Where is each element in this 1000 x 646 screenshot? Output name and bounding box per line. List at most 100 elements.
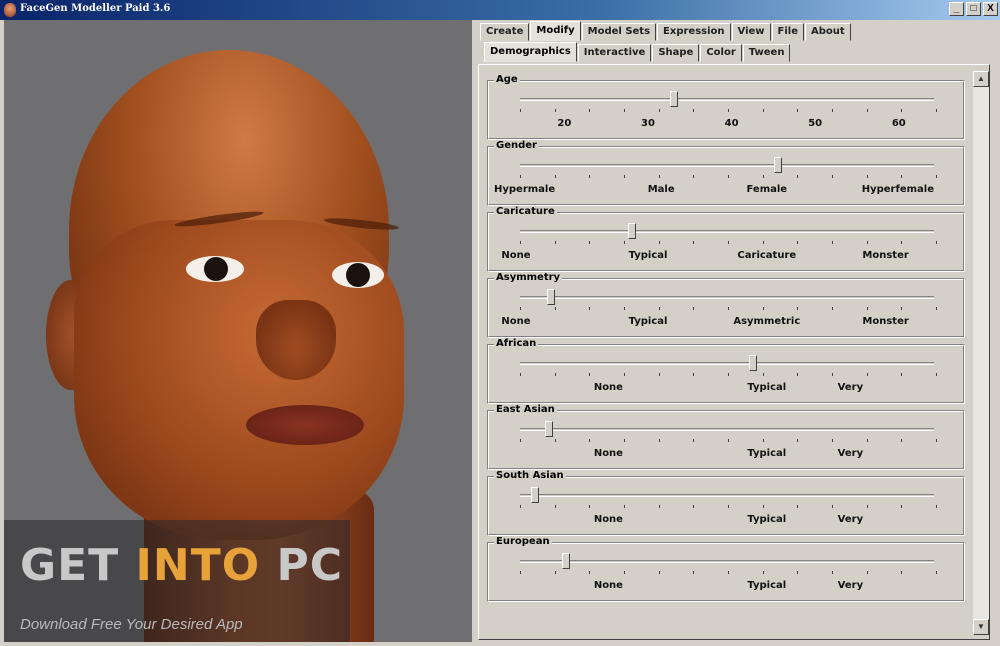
- slider-tick: [520, 175, 521, 178]
- slider-tick: [901, 373, 903, 376]
- slider-tick: [624, 175, 625, 178]
- slider-label-caricature: Caricature: [494, 206, 557, 217]
- slider-track-caricature[interactable]: [520, 230, 934, 233]
- slider-track-age[interactable]: [520, 98, 934, 101]
- slider-value-label: Very: [837, 580, 864, 591]
- slider-tick: [728, 307, 729, 310]
- slider-tick: [762, 505, 764, 508]
- slider-tick: [936, 109, 937, 112]
- window-controls: _ □ X: [949, 2, 998, 16]
- subtab-shape[interactable]: Shape: [652, 44, 700, 62]
- slider-value-label: Very: [837, 382, 864, 393]
- slider-tick: [624, 307, 625, 310]
- slider-tick: [589, 505, 591, 508]
- slider-tick: [658, 307, 660, 310]
- vertical-scrollbar[interactable]: ▲ ▼: [973, 71, 989, 635]
- slider-track-asymmetry[interactable]: [520, 296, 934, 299]
- slider-value-label: None: [593, 580, 623, 591]
- slider-value-label: Typical: [628, 250, 668, 261]
- slider-tick: [693, 175, 695, 178]
- subtab-interactive[interactable]: Interactive: [577, 44, 652, 62]
- slider-value-label: 50: [808, 118, 823, 129]
- slider-tick: [693, 109, 695, 112]
- slider-tick: [832, 175, 833, 178]
- tab-about[interactable]: About: [805, 23, 851, 41]
- subtab-color[interactable]: Color: [700, 44, 742, 62]
- slider-value-label: None: [501, 250, 531, 261]
- slider-tick: [832, 373, 833, 376]
- slider-tick: [728, 505, 729, 508]
- slider-value-label: Monster: [862, 316, 909, 327]
- slider-track-african[interactable]: [520, 362, 934, 365]
- slider-tick: [554, 439, 556, 442]
- slider-tick: [589, 307, 591, 310]
- slider-tick: [554, 571, 556, 574]
- slider-tick: [589, 439, 591, 442]
- tab-modify[interactable]: Modify: [530, 21, 581, 41]
- subtab-demographics[interactable]: Demographics: [484, 42, 577, 62]
- slider-track-gender[interactable]: [520, 164, 934, 167]
- slider-tick: [693, 505, 695, 508]
- slider-label-gender: Gender: [494, 140, 539, 151]
- slider-tick: [520, 439, 521, 442]
- scroll-up-icon[interactable]: ▲: [973, 71, 989, 87]
- slider-thumb-age[interactable]: [669, 91, 678, 107]
- slider-tick: [658, 571, 660, 574]
- slider-thumb-gender[interactable]: [773, 157, 782, 173]
- slider-group-caricature: Caricature None Typical Caricature Monster: [487, 206, 965, 272]
- slider-group-african: African None Typical Very: [487, 338, 965, 404]
- tab-create[interactable]: Create: [480, 23, 530, 41]
- slider-tick: [936, 307, 937, 310]
- slider-tick: [658, 109, 660, 112]
- slider-tick: [554, 175, 556, 178]
- slider-tick: [693, 307, 695, 310]
- slider-thumb-south-asian[interactable]: [530, 487, 539, 503]
- slider-tick: [901, 439, 903, 442]
- left-eye: [186, 256, 244, 282]
- subtab-tween[interactable]: Tween: [742, 44, 791, 62]
- right-eye: [332, 262, 384, 288]
- slider-tick: [520, 505, 521, 508]
- tab-model-sets[interactable]: Model Sets: [581, 23, 657, 41]
- window-title: FaceGen Modeller Paid 3.6: [20, 3, 171, 14]
- slider-value-label: 30: [641, 118, 655, 129]
- close-button[interactable]: X: [983, 2, 998, 16]
- slider-tick: [866, 439, 868, 442]
- watermark-word-get: GET: [20, 540, 120, 591]
- slider-tick: [797, 373, 799, 376]
- slider-thumb-european[interactable]: [561, 553, 570, 569]
- maximize-button[interactable]: □: [966, 2, 981, 16]
- slider-thumb-caricature[interactable]: [628, 223, 637, 239]
- slider-value-label: Hypermale: [494, 184, 556, 195]
- slider-track-south-asian[interactable]: [520, 494, 934, 497]
- slider-tick: [797, 505, 799, 508]
- watermark-word-into: INTO: [135, 540, 261, 591]
- slider-value-label: Typical: [747, 448, 787, 459]
- face-3d-viewport[interactable]: GET INTO PC Download Free Your Desired A…: [4, 20, 472, 642]
- tab-file[interactable]: File: [771, 23, 805, 41]
- slider-group-south-asian: South Asian None Typical Very: [487, 470, 965, 536]
- slider-thumb-asymmetry[interactable]: [547, 289, 556, 305]
- slider-tick: [762, 307, 764, 310]
- scroll-down-icon[interactable]: ▼: [973, 619, 989, 635]
- slider-value-label: Monster: [862, 250, 909, 261]
- slider-thumb-east-asian[interactable]: [545, 421, 554, 437]
- slider-label-east-asian: East Asian: [494, 404, 557, 415]
- slider-tick: [762, 109, 764, 112]
- slider-track-east-asian[interactable]: [520, 428, 934, 431]
- slider-thumb-african[interactable]: [748, 355, 757, 371]
- minimize-button[interactable]: _: [949, 2, 964, 16]
- slider-tick: [936, 175, 937, 178]
- slider-track-european[interactable]: [520, 560, 934, 563]
- tab-view[interactable]: View: [731, 23, 771, 41]
- sub-tabs: Demographics Interactive Shape Color Tween: [484, 42, 791, 63]
- slider-tick: [797, 307, 799, 310]
- slider-tick: [728, 241, 729, 244]
- slider-value-label: Typical: [747, 580, 787, 591]
- tab-expression[interactable]: Expression: [657, 23, 731, 41]
- slider-value-label: 20: [557, 118, 572, 129]
- slider-tick: [554, 505, 556, 508]
- slider-tick: [693, 241, 695, 244]
- slider-tick: [624, 439, 625, 442]
- slider-group-gender: Gender Hypermale Male Female Hyperfemale: [487, 140, 965, 206]
